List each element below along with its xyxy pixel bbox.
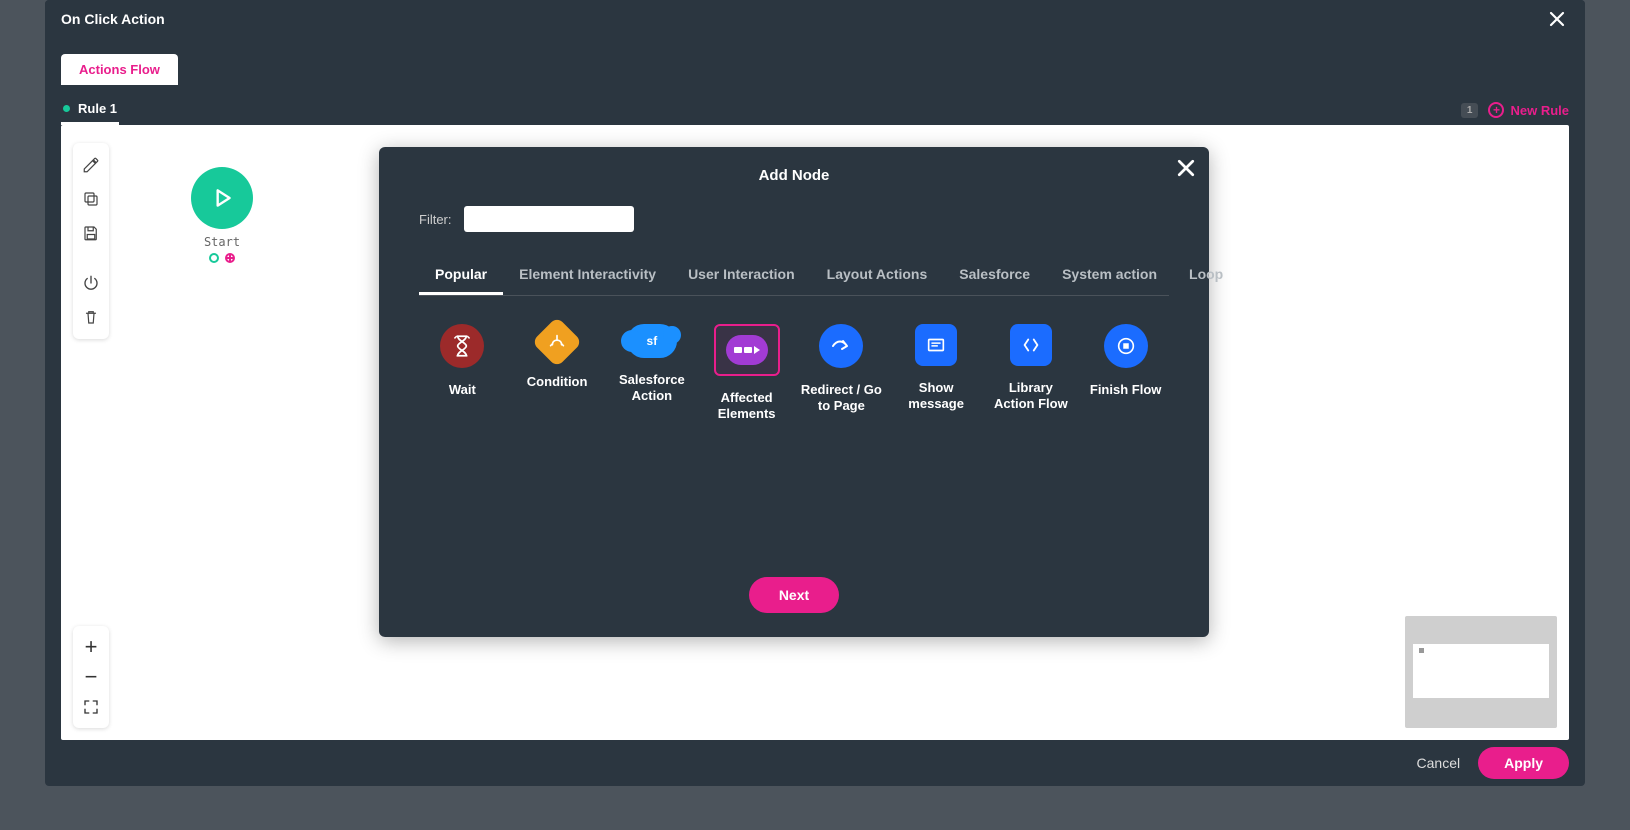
rule-count-badge: 1	[1461, 103, 1479, 118]
minimap-node-icon	[1419, 648, 1424, 653]
node-label: Wait	[449, 382, 476, 398]
start-node: Start	[191, 167, 253, 263]
zoom-in-button[interactable]: +	[76, 632, 106, 662]
tab-system-action[interactable]: System action	[1046, 256, 1173, 295]
node-label: Redirect / Go to Page	[798, 382, 885, 415]
port-out-icon[interactable]	[209, 253, 219, 263]
rule-bar: Rule 1 1 + New Rule	[45, 85, 1585, 125]
tab-element-interactivity[interactable]: Element Interactivity	[503, 256, 672, 295]
add-node-modal: Add Node Filter: Popular Element Interac…	[379, 147, 1209, 637]
node-redirect[interactable]: Redirect / Go to Page	[798, 324, 885, 423]
primary-tabs: Actions Flow	[45, 38, 1585, 85]
modal-close-icon[interactable]	[1177, 159, 1195, 177]
filter-row: Filter:	[419, 206, 1169, 232]
new-rule-label: New Rule	[1510, 103, 1569, 118]
zoom-out-button[interactable]: −	[76, 662, 106, 692]
trash-icon[interactable]	[77, 303, 105, 331]
port-add-icon[interactable]	[225, 253, 235, 263]
node-label: Library Action Flow	[988, 380, 1075, 413]
wait-icon	[440, 324, 484, 368]
rule-label: Rule 1	[78, 101, 117, 116]
node-finish-flow[interactable]: Finish Flow	[1082, 324, 1169, 423]
condition-icon	[532, 317, 583, 368]
tab-popular[interactable]: Popular	[419, 256, 503, 295]
zoom-controls: + −	[73, 626, 109, 728]
affected-elements-selected	[714, 324, 780, 376]
fit-screen-icon[interactable]	[76, 692, 106, 722]
node-grid: Wait Condition sf Salesforce Action	[419, 324, 1169, 423]
start-node-button[interactable]	[191, 167, 253, 229]
finish-flow-icon	[1104, 324, 1148, 368]
node-condition[interactable]: Condition	[514, 324, 601, 423]
dialog-footer: Cancel Apply	[45, 740, 1585, 786]
rule-status-dot-icon	[63, 105, 70, 112]
save-icon[interactable]	[77, 219, 105, 247]
modal-title: Add Node	[419, 167, 1169, 184]
salesforce-icon: sf	[627, 324, 677, 358]
start-node-label: Start	[204, 235, 240, 249]
tab-user-interaction[interactable]: User Interaction	[672, 256, 811, 295]
node-label: Finish Flow	[1090, 382, 1162, 398]
filter-label: Filter:	[419, 212, 452, 227]
minimap-viewport	[1413, 644, 1549, 698]
power-icon[interactable]	[77, 269, 105, 297]
show-message-icon	[915, 324, 957, 366]
category-tabs: Popular Element Interactivity User Inter…	[419, 256, 1169, 296]
node-wait[interactable]: Wait	[419, 324, 506, 423]
next-button[interactable]: Next	[749, 577, 839, 613]
node-label: Salesforce Action	[609, 372, 696, 405]
affected-elements-icon	[726, 335, 768, 365]
node-show-message[interactable]: Show message	[893, 324, 980, 423]
copy-icon[interactable]	[77, 185, 105, 213]
title-bar: On Click Action	[45, 0, 1585, 38]
library-flow-icon	[1010, 324, 1052, 366]
start-node-ports	[209, 253, 235, 263]
node-library-action-flow[interactable]: Library Action Flow	[988, 324, 1075, 423]
left-toolbar	[73, 143, 109, 339]
rule-tab[interactable]: Rule 1	[61, 95, 119, 125]
node-label: Show message	[893, 380, 980, 413]
tab-layout-actions[interactable]: Layout Actions	[811, 256, 944, 295]
filter-input[interactable]	[464, 206, 634, 232]
tab-loop[interactable]: Loop	[1173, 256, 1239, 295]
node-label: Condition	[527, 374, 588, 390]
node-salesforce-action[interactable]: sf Salesforce Action	[609, 324, 696, 423]
redirect-icon	[819, 324, 863, 368]
new-rule-button[interactable]: + New Rule	[1488, 102, 1569, 118]
plus-circle-icon: +	[1488, 102, 1504, 118]
cancel-button[interactable]: Cancel	[1417, 755, 1461, 771]
dialog-title: On Click Action	[61, 11, 165, 27]
dialog-frame: On Click Action Actions Flow Rule 1 1 + …	[45, 0, 1585, 786]
edit-icon[interactable]	[77, 151, 105, 179]
node-affected-elements[interactable]: Affected Elements	[703, 324, 790, 423]
node-label: Affected Elements	[703, 390, 790, 423]
minimap[interactable]	[1405, 616, 1557, 728]
canvas-area[interactable]: + − Start Add Node	[61, 125, 1569, 740]
close-icon[interactable]	[1545, 7, 1569, 31]
tab-actions-flow[interactable]: Actions Flow	[61, 54, 178, 85]
tab-salesforce[interactable]: Salesforce	[943, 256, 1046, 295]
apply-button[interactable]: Apply	[1478, 747, 1569, 779]
